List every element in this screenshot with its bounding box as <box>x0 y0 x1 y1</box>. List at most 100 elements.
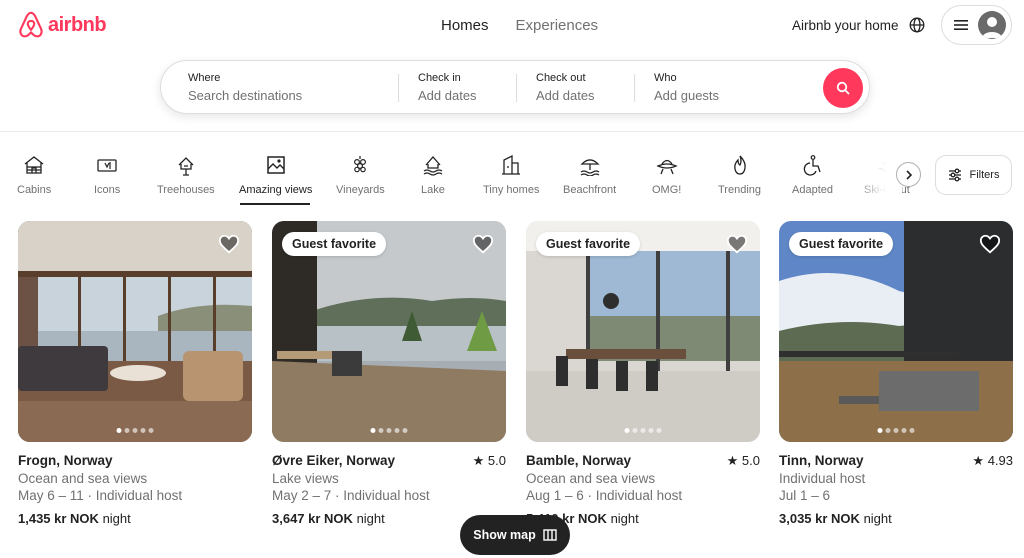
listing-subtitle: Ocean and sea views <box>526 471 656 486</box>
listing-price: 3,647 kr NOK <box>272 511 353 526</box>
category-scroll-next-button[interactable] <box>896 162 921 187</box>
check-out-label: Check out <box>536 72 586 84</box>
category-cabins[interactable]: Cabins <box>17 154 51 196</box>
listing-rating: ★ 5.0 <box>472 453 506 468</box>
flame-icon <box>733 155 746 175</box>
listing-subtitle: Lake views <box>272 471 339 486</box>
category-label: Cabins <box>17 184 52 196</box>
category-label: Beachfront <box>563 184 617 196</box>
where-field[interactable]: Where Search destinations <box>188 72 302 103</box>
listing-dates: Jul 1 – 6 <box>779 488 831 503</box>
divider <box>516 74 517 102</box>
category-treehouses[interactable]: Treehouses <box>157 154 215 196</box>
category-trending[interactable]: Trending <box>718 154 761 196</box>
listing-subtitle: Individual host <box>779 471 866 486</box>
category-fade <box>852 150 902 205</box>
guest-favorite-badge: Guest favorite <box>536 232 641 256</box>
listing-dates: May 2 – 7 · Individual host <box>272 488 430 503</box>
carousel-dots <box>116 428 154 433</box>
check-in-field[interactable]: Check in Add dates <box>418 72 477 103</box>
picture-icon <box>266 156 285 174</box>
category-label: Tiny homes <box>483 184 540 196</box>
category-label: Trending <box>718 184 762 196</box>
user-menu-button[interactable] <box>941 5 1012 45</box>
category-vineyards[interactable]: Vineyards <box>336 154 385 196</box>
hamburger-menu-icon <box>954 20 968 30</box>
airbnb-logo[interactable]: airbnb <box>18 11 107 39</box>
category-beachfront[interactable]: Beachfront <box>563 154 616 196</box>
listing-title: Øvre Eiker, Norway <box>272 453 396 468</box>
tiny-home-icon <box>502 154 521 175</box>
price-unit: night <box>102 511 131 526</box>
treehouse-icon <box>178 157 194 176</box>
guest-favorite-badge: Guest favorite <box>282 232 387 256</box>
listing-rating: ★ 4.93 <box>972 453 1013 468</box>
price-unit: night <box>863 511 892 526</box>
price-unit: night <box>356 511 385 526</box>
listing-card[interactable]: Guest favorite Øvre Eiker, Norway ★ 5.0 … <box>272 221 506 526</box>
show-map-button[interactable]: Show map <box>460 515 570 555</box>
filters-button[interactable]: Filters <box>935 155 1012 195</box>
listing-photo[interactable]: Guest favorite <box>272 221 506 442</box>
category-icons[interactable]: Icons <box>94 154 120 196</box>
listing-subtitle: Ocean and sea views <box>18 471 148 486</box>
active-category-underline <box>240 203 310 205</box>
carousel-dots <box>877 428 915 433</box>
heart-icon[interactable] <box>472 233 494 255</box>
tab-experiences[interactable]: Experiences <box>516 17 599 34</box>
filters-label: Filters <box>969 169 1000 181</box>
listing-photo[interactable] <box>18 221 252 442</box>
heart-icon[interactable] <box>726 233 748 255</box>
airbnb-your-home-link[interactable]: Airbnb your home <box>792 18 899 33</box>
price-unit: night <box>610 511 639 526</box>
brand-name: airbnb <box>48 13 107 36</box>
listing-card[interactable]: Guest favorite Bamble, Norway ★ 5.0 Ocea… <box>526 221 760 526</box>
lake-icon <box>423 156 443 176</box>
guest-favorite-badge: Guest favorite <box>789 232 894 256</box>
ufo-house-icon <box>656 159 678 175</box>
category-tiny-homes[interactable]: Tiny homes <box>483 154 539 196</box>
check-out-field[interactable]: Check out Add dates <box>536 72 595 103</box>
category-label: Lake <box>421 184 445 196</box>
category-label: Vineyards <box>336 184 385 196</box>
category-omg[interactable]: OMG! <box>652 154 681 196</box>
show-map-label: Show map <box>473 528 536 542</box>
listing-photo[interactable]: Guest favorite <box>779 221 1013 442</box>
category-label: OMG! <box>652 184 682 196</box>
listing-dates: Aug 1 – 6 · Individual host <box>526 488 683 503</box>
listing-price: 3,035 kr NOK <box>779 511 860 526</box>
who-field[interactable]: Who Add guests <box>654 72 719 103</box>
where-label: Where <box>188 72 221 84</box>
category-label: Adapted <box>792 184 833 196</box>
who-placeholder: Add guests <box>654 88 720 103</box>
category-bar: Cabins Icons Treehouses Amazing views Vi… <box>0 150 1024 210</box>
listing-title: Bamble, Norway <box>526 453 632 468</box>
category-adapted[interactable]: Adapted <box>792 154 833 196</box>
category-lake[interactable]: Lake <box>421 154 445 196</box>
wheelchair-icon <box>804 155 822 176</box>
listing-photo[interactable]: Guest favorite <box>526 221 760 442</box>
globe-icon[interactable] <box>909 17 925 33</box>
category-label: Amazing views <box>239 184 313 196</box>
where-placeholder: Search destinations <box>188 88 303 103</box>
category-amazing-views[interactable]: Amazing views <box>239 154 312 196</box>
search-button[interactable] <box>823 68 863 108</box>
main-nav: Homes Experiences <box>441 17 598 34</box>
check-in-label: Check in <box>418 72 461 84</box>
category-label: Treehouses <box>157 184 215 196</box>
heart-icon[interactable] <box>979 233 1001 255</box>
listing-card[interactable]: Frogn, Norway Ocean and sea views May 6 … <box>18 221 252 526</box>
listing-price: 1,435 kr NOK <box>18 511 99 526</box>
grapes-icon <box>354 156 367 173</box>
divider <box>398 74 399 102</box>
divider <box>634 74 635 102</box>
category-label: Icons <box>94 184 121 196</box>
tab-homes[interactable]: Homes <box>441 17 489 34</box>
beach-icon <box>580 159 600 176</box>
listing-card[interactable]: Guest favorite Tinn, Norway ★ 4.93 Indiv… <box>779 221 1013 526</box>
heart-icon[interactable] <box>218 233 240 255</box>
cabin-icon <box>24 156 44 174</box>
rating-value: 5.0 <box>487 453 506 468</box>
rating-value: 4.93 <box>987 453 1013 468</box>
listing-rating: ★ 5.0 <box>726 453 760 468</box>
